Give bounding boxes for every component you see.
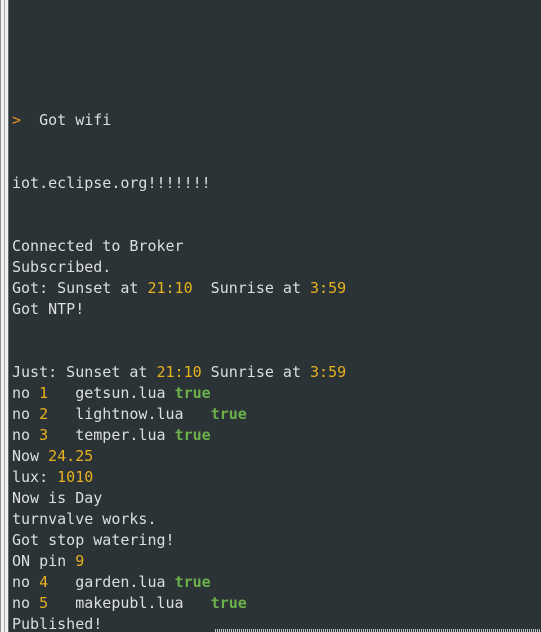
console-line: Subscribed. <box>9 257 541 278</box>
console-text-token: no <box>12 573 40 591</box>
console-text-token: Got: Sunset at <box>12 279 148 297</box>
console-line: Now is Day <box>9 488 541 509</box>
console-boolean-token: true <box>174 573 211 591</box>
console-line: turnvalve works. <box>9 509 541 530</box>
console-number-token: 3:59 <box>310 363 347 381</box>
console-text-token: ON pin <box>12 552 76 570</box>
serial-console-window: o > Got wifi iot.eclipse.org!!!!!!! Conn… <box>0 0 541 632</box>
scrollbar-edge-right <box>8 0 9 632</box>
console-number-token: 21:10 <box>147 279 193 297</box>
clipped-line-text: o <box>12 42 21 47</box>
console-text-token: no <box>12 594 40 612</box>
console-text-token: iot.eclipse.org!!!!!!! <box>12 174 211 192</box>
console-text-token: getsun.lua <box>48 384 175 402</box>
console-text-token: lightnow.lua <box>48 405 211 423</box>
console-number-token: 24.25 <box>48 447 94 465</box>
console-text-token: Now <box>12 447 49 465</box>
console-text-token: Connected to Broker <box>12 237 184 255</box>
console-text-token: Sunrise at <box>192 279 311 297</box>
console-boolean-token: true <box>210 405 247 423</box>
console-line: ON pin 9 <box>9 551 541 572</box>
console-text-token: turnvalve works. <box>12 510 157 528</box>
console-line: iot.eclipse.org!!!!!!! <box>9 173 541 194</box>
console-line: Got: Sunset at 21:10 Sunrise at 3:59 <box>9 278 541 299</box>
console-text-token: Now is Day <box>12 489 103 507</box>
console-line: no 3 temper.lua true <box>9 425 541 446</box>
console-number-token: 4 <box>39 573 49 591</box>
console-line: no 2 lightnow.lua true <box>9 404 541 425</box>
console-boolean-token: true <box>210 594 247 612</box>
console-number-token: 21:10 <box>156 363 202 381</box>
console-line: no 5 makepubl.lua true <box>9 593 541 614</box>
vertical-scrollbar[interactable] <box>0 0 9 632</box>
console-number-token: 9 <box>75 552 85 570</box>
console-line: Got NTP! <box>9 299 541 320</box>
console-line: no 1 getsun.lua true <box>9 383 541 404</box>
console-boolean-token: true <box>174 426 211 444</box>
console-line: Connected to Broker <box>9 236 541 257</box>
scrollbar-thumb-line <box>4 0 5 632</box>
console-number-token: 2 <box>39 405 49 423</box>
console-boolean-token: true <box>174 384 211 402</box>
console-text-token: lux: <box>12 468 58 486</box>
console-output[interactable]: o > Got wifi iot.eclipse.org!!!!!!! Conn… <box>9 0 541 632</box>
console-text-token: Got wifi <box>21 111 112 129</box>
console-number-token: 5 <box>39 594 49 612</box>
console-text-token: Got stop watering! <box>12 531 175 549</box>
console-number-token: 1 <box>39 384 49 402</box>
console-line: lux: 1010 <box>9 467 541 488</box>
console-line: > Got wifi <box>9 110 541 131</box>
console-number-token: 3 <box>39 426 49 444</box>
console-line: Now 24.25 <box>9 446 541 467</box>
console-text-token: no <box>12 384 40 402</box>
console-line: Just: Sunset at 21:10 Sunrise at 3:59 <box>9 362 541 383</box>
console-text-token: no <box>12 426 40 444</box>
console-number-token: 3:59 <box>310 279 347 297</box>
console-line: no 4 garden.lua true <box>9 572 541 593</box>
console-text-token: Just: Sunset at <box>12 363 157 381</box>
console-number-token: 1010 <box>57 468 94 486</box>
console-text-token: garden.lua <box>48 573 175 591</box>
console-text-token: Published! <box>12 615 103 632</box>
console-text-token: makepubl.lua <box>48 594 211 612</box>
clipped-previous-line: o <box>9 42 541 47</box>
scrollbar-edge-left <box>0 0 1 632</box>
console-prompt-icon: > <box>12 111 22 129</box>
console-text-token: Subscribed. <box>12 258 112 276</box>
console-line: Got stop watering! <box>9 530 541 551</box>
console-text-token: temper.lua <box>48 426 175 444</box>
console-text-token: no <box>12 405 40 423</box>
console-text-token: Sunrise at <box>201 363 311 381</box>
console-text-token: Got NTP! <box>12 300 85 318</box>
